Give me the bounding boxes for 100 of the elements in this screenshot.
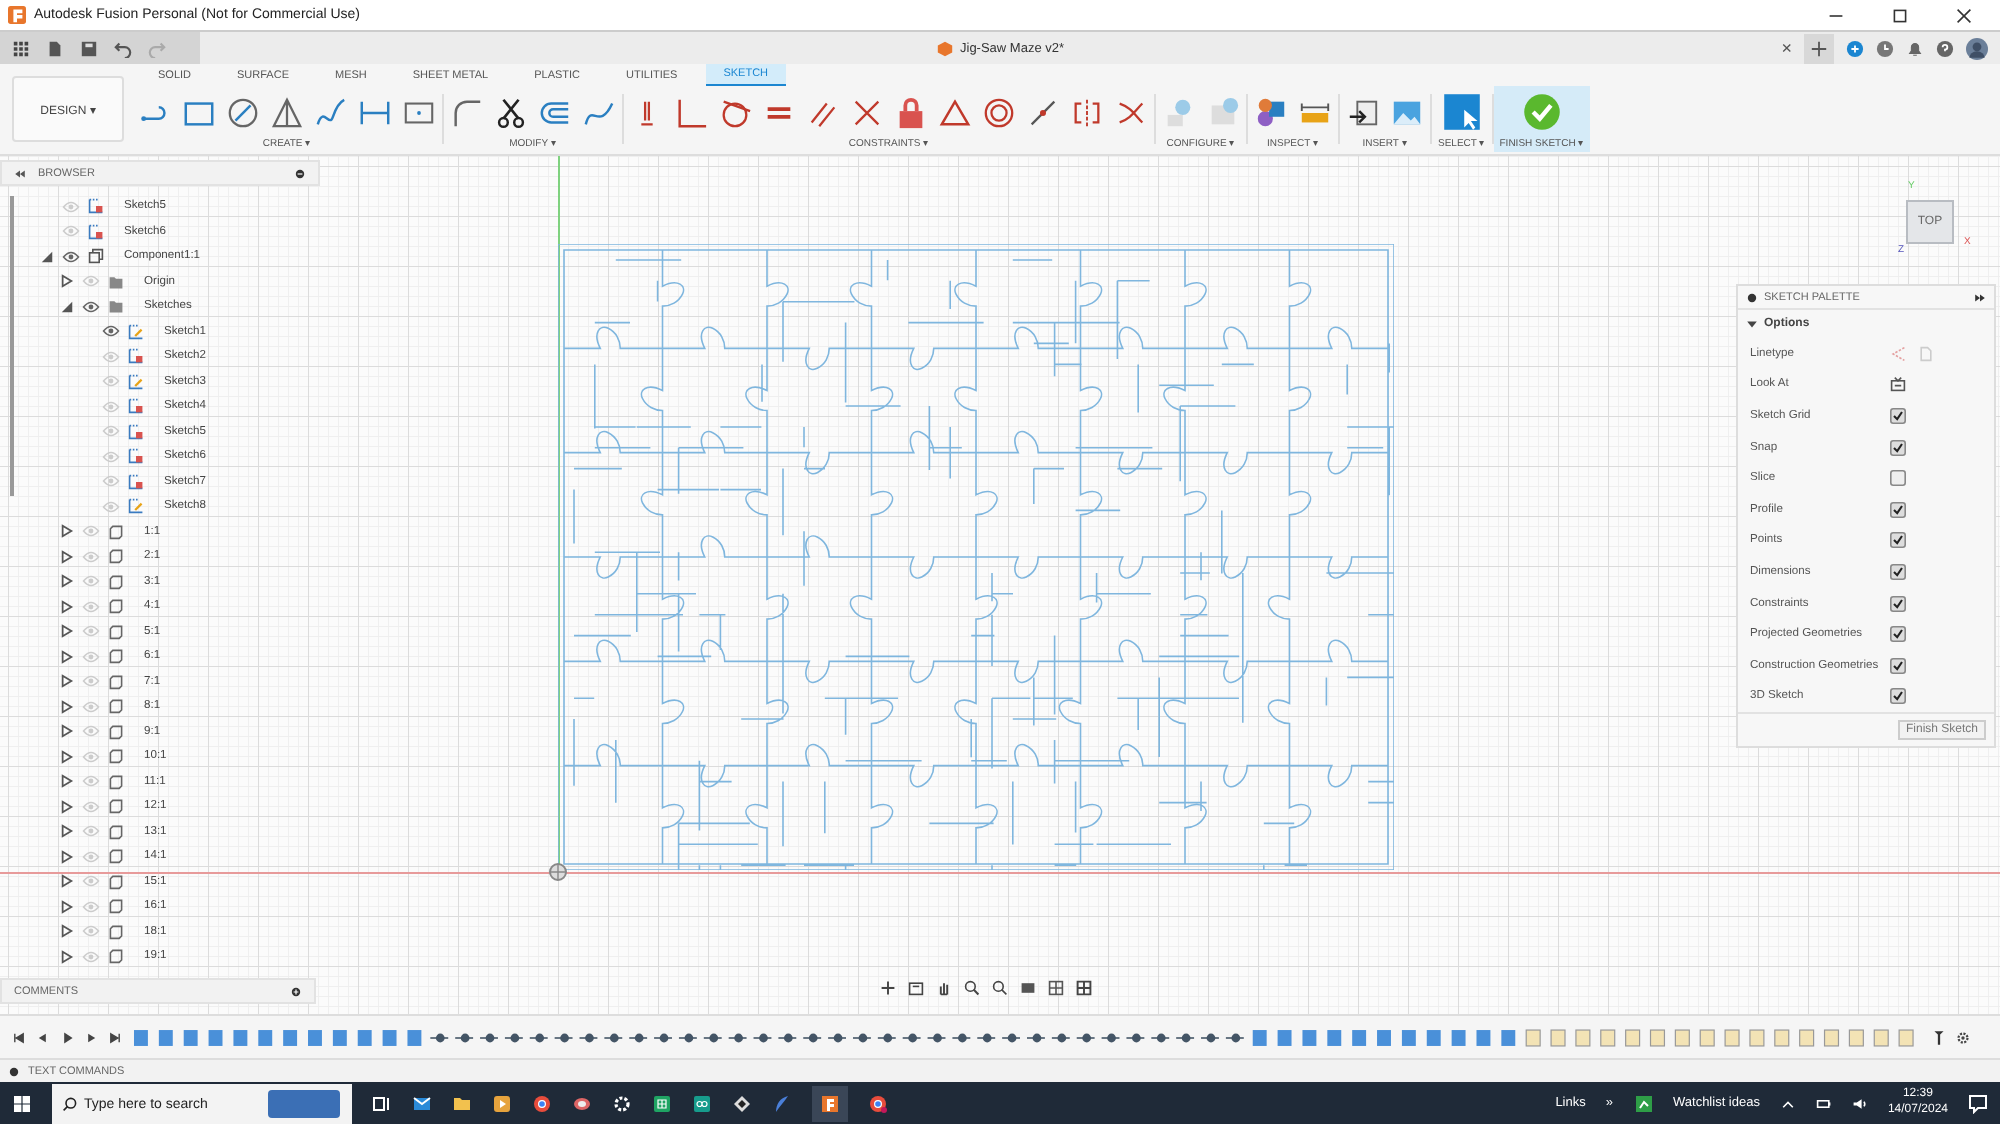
expand-triangle-icon[interactable] [60,774,74,789]
scrollbar[interactable] [10,196,14,496]
pin-icon[interactable] [1746,291,1758,303]
expand-triangle-icon[interactable] [60,924,74,939]
checkbox[interactable] [1890,595,1906,612]
expand-triangle-icon[interactable] [60,824,74,839]
tangent-icon[interactable] [718,95,752,129]
triangle-icon[interactable] [270,95,304,129]
look-icon[interactable] [908,980,924,996]
plus-icon[interactable] [1804,33,1834,63]
add-comment-icon[interactable] [290,985,302,997]
collapse-triangle-icon[interactable] [60,299,74,314]
checkbox[interactable] [1890,532,1906,549]
expand-triangle-icon[interactable] [60,524,74,539]
skip-back-icon[interactable] [12,1029,26,1045]
collapse-triangle-icon[interactable] [40,249,54,264]
fusion-app-icon[interactable] [812,1085,848,1121]
select-icon[interactable] [1441,92,1482,132]
checkbox[interactable] [1890,626,1906,643]
expand-triangle-icon[interactable] [60,649,74,664]
eye-icon[interactable] [102,324,120,339]
infinity-app-icon[interactable] [692,1093,712,1113]
eye-icon[interactable] [62,249,80,264]
app-icon[interactable] [572,1093,592,1113]
orbit-icon[interactable] [880,980,896,996]
expand-triangle-icon[interactable] [60,549,74,564]
checkbox[interactable] [1890,688,1906,705]
close-icon[interactable] [1956,7,1972,23]
stock-chart-icon[interactable] [1633,1093,1653,1113]
save-icon[interactable] [80,39,98,57]
concentric-circles-icon[interactable] [982,95,1016,129]
step-forward-icon[interactable] [84,1029,98,1045]
mail-icon[interactable] [412,1093,432,1113]
avatar-icon[interactable] [1966,37,1988,59]
diamond-app-icon[interactable] [732,1093,752,1113]
expand-triangle-icon[interactable] [60,599,74,614]
close-tab-button[interactable]: × [1781,38,1792,58]
feather-icon[interactable] [772,1093,792,1113]
expand-triangle-icon[interactable] [60,274,74,289]
expand-icon[interactable] [8,1065,20,1077]
extension-icon[interactable] [1846,39,1864,57]
speaker-icon[interactable] [1851,1095,1868,1111]
expand-triangle-icon[interactable] [60,674,74,689]
spreadsheet-icon[interactable] [652,1093,672,1113]
undo-icon[interactable] [114,39,132,57]
grid-menu-icon[interactable] [12,39,30,57]
expand-triangle-icon[interactable] [60,624,74,639]
eye-icon[interactable] [82,299,100,314]
pin-icon[interactable] [294,167,306,179]
windows-logo-icon[interactable] [12,1093,32,1113]
viewports-icon[interactable] [1076,980,1092,996]
lock-icon[interactable] [894,95,928,129]
cross-lines-icon[interactable] [850,95,884,129]
grid-settings-icon[interactable] [1048,980,1064,996]
insert-icon[interactable] [1346,95,1380,129]
help-icon[interactable] [1936,39,1954,57]
settings-icon[interactable] [1956,1029,1970,1045]
zoom-icon[interactable] [964,980,980,996]
maximize-icon[interactable] [1892,7,1908,23]
midpoint-icon[interactable] [1026,95,1060,129]
circle-icon[interactable] [226,95,260,129]
scissors-icon[interactable] [494,95,528,129]
clock-icon[interactable] [1876,39,1894,57]
skip-forward-icon[interactable] [108,1029,122,1045]
media-player-icon[interactable] [492,1093,512,1113]
expand-triangle-icon[interactable] [60,899,74,914]
symmetry-icon[interactable] [1070,95,1104,129]
battery-icon[interactable] [1815,1095,1832,1111]
zoom-window-icon[interactable] [992,980,1008,996]
hand-icon[interactable] [936,980,952,996]
expand-triangle-icon[interactable] [60,574,74,589]
checkbox[interactable] [1890,439,1906,456]
checkbox[interactable] [1890,470,1906,487]
expand-triangle-icon[interactable] [60,799,74,814]
checkbox[interactable] [1890,563,1906,580]
folder-icon[interactable] [452,1093,472,1113]
file-icon[interactable] [46,39,64,57]
play-icon[interactable] [60,1029,74,1045]
expand-triangle-icon[interactable] [60,949,74,964]
checkbox[interactable] [1890,407,1906,424]
collapse-panel-icon[interactable] [14,167,26,179]
fillet-icon[interactable] [450,95,484,129]
notification-icon[interactable] [1968,1093,1988,1113]
marker-icon[interactable] [1932,1029,1946,1045]
expand-panel-icon[interactable] [1974,291,1986,303]
expand-triangle-icon[interactable] [60,849,74,864]
expand-triangle-icon[interactable] [60,699,74,714]
checkbox[interactable] [1890,657,1906,674]
spline-icon[interactable] [314,95,348,129]
step-back-icon[interactable] [36,1029,50,1045]
expand-triangle-icon[interactable] [60,874,74,889]
shapes-icon[interactable] [1254,95,1288,129]
expand-triangle-icon[interactable] [60,724,74,739]
display-settings-icon[interactable] [1020,980,1036,996]
browser-icon[interactable] [532,1093,552,1113]
triangle-outline-icon[interactable] [938,95,972,129]
task-view-icon[interactable] [372,1093,392,1113]
check-icon[interactable] [1521,92,1562,132]
bell-icon[interactable] [1906,39,1924,57]
collapse-triangle-icon[interactable] [1746,318,1758,330]
